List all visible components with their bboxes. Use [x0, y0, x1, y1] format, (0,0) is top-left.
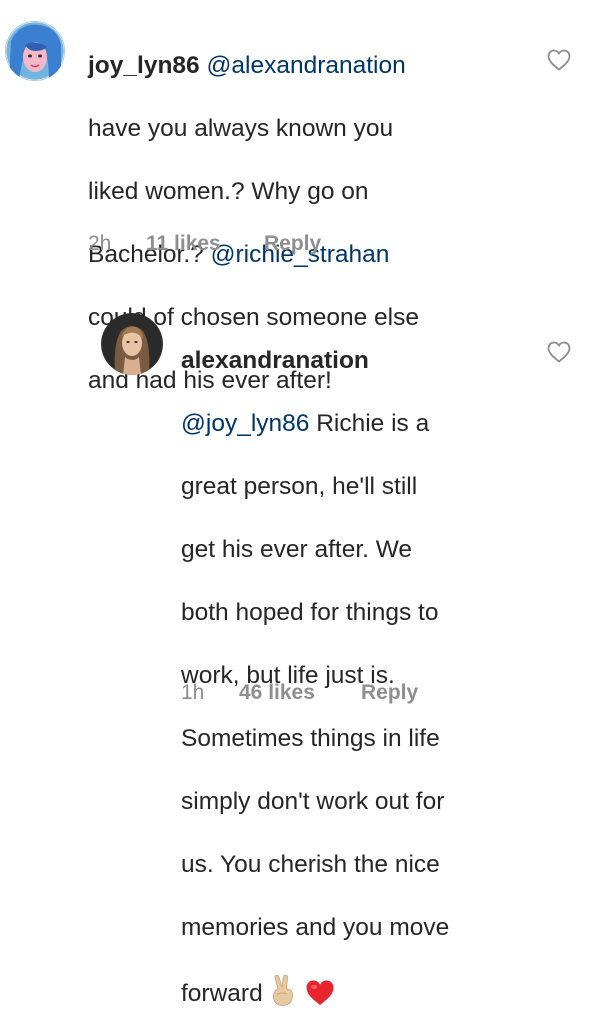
comment-line: get his ever after. We [181, 536, 412, 563]
comment-line: have you always known you [88, 115, 393, 142]
victory-hand-emoji [269, 975, 299, 1015]
timestamp: 2h [88, 232, 146, 256]
comment-username[interactable]: joy_lyn86 [88, 52, 200, 79]
comment-line: Sometimes things in life [181, 725, 440, 752]
comment-line: Richie is a [309, 410, 429, 437]
comment-line: liked women.? Why go on [88, 178, 369, 205]
avatar[interactable] [101, 313, 163, 375]
red-heart-emoji [305, 979, 335, 1015]
comment-line: both hoped for things to [181, 599, 438, 626]
heart-outline-icon[interactable] [547, 49, 571, 71]
avatar[interactable] [5, 21, 65, 81]
mention-link[interactable]: @alexandranation [207, 52, 406, 79]
comment-joy-lyn86: joy_lyn86 @alexandranation have you alwa… [0, 0, 600, 280]
comment-line: memories and you move [181, 914, 449, 941]
comment-line: forward [181, 980, 263, 1007]
comment-meta: 2h 11 likes Reply [88, 232, 321, 256]
comment-line: us. You cherish the nice [181, 851, 440, 878]
reply-button[interactable]: Reply [264, 232, 321, 256]
comment-meta: 1h 46 likes Reply [181, 681, 418, 705]
likes-count[interactable]: 46 likes [239, 681, 361, 705]
likes-count[interactable]: 11 likes [146, 232, 264, 256]
timestamp: 1h [181, 681, 239, 705]
comment-line: great person, he'll still [181, 473, 417, 500]
comment-line: simply don't work out for [181, 788, 444, 815]
heart-outline-icon[interactable] [547, 341, 571, 363]
comment-text: alexandranation @joy_lyn86 Richie is a g… [181, 313, 561, 1015]
mention-link[interactable]: @joy_lyn86 [181, 410, 309, 437]
comment-alexandranation: alexandranation @joy_lyn86 Richie is a g… [0, 300, 600, 715]
reply-button[interactable]: Reply [361, 681, 418, 705]
comment-username[interactable]: alexandranation [181, 347, 369, 374]
